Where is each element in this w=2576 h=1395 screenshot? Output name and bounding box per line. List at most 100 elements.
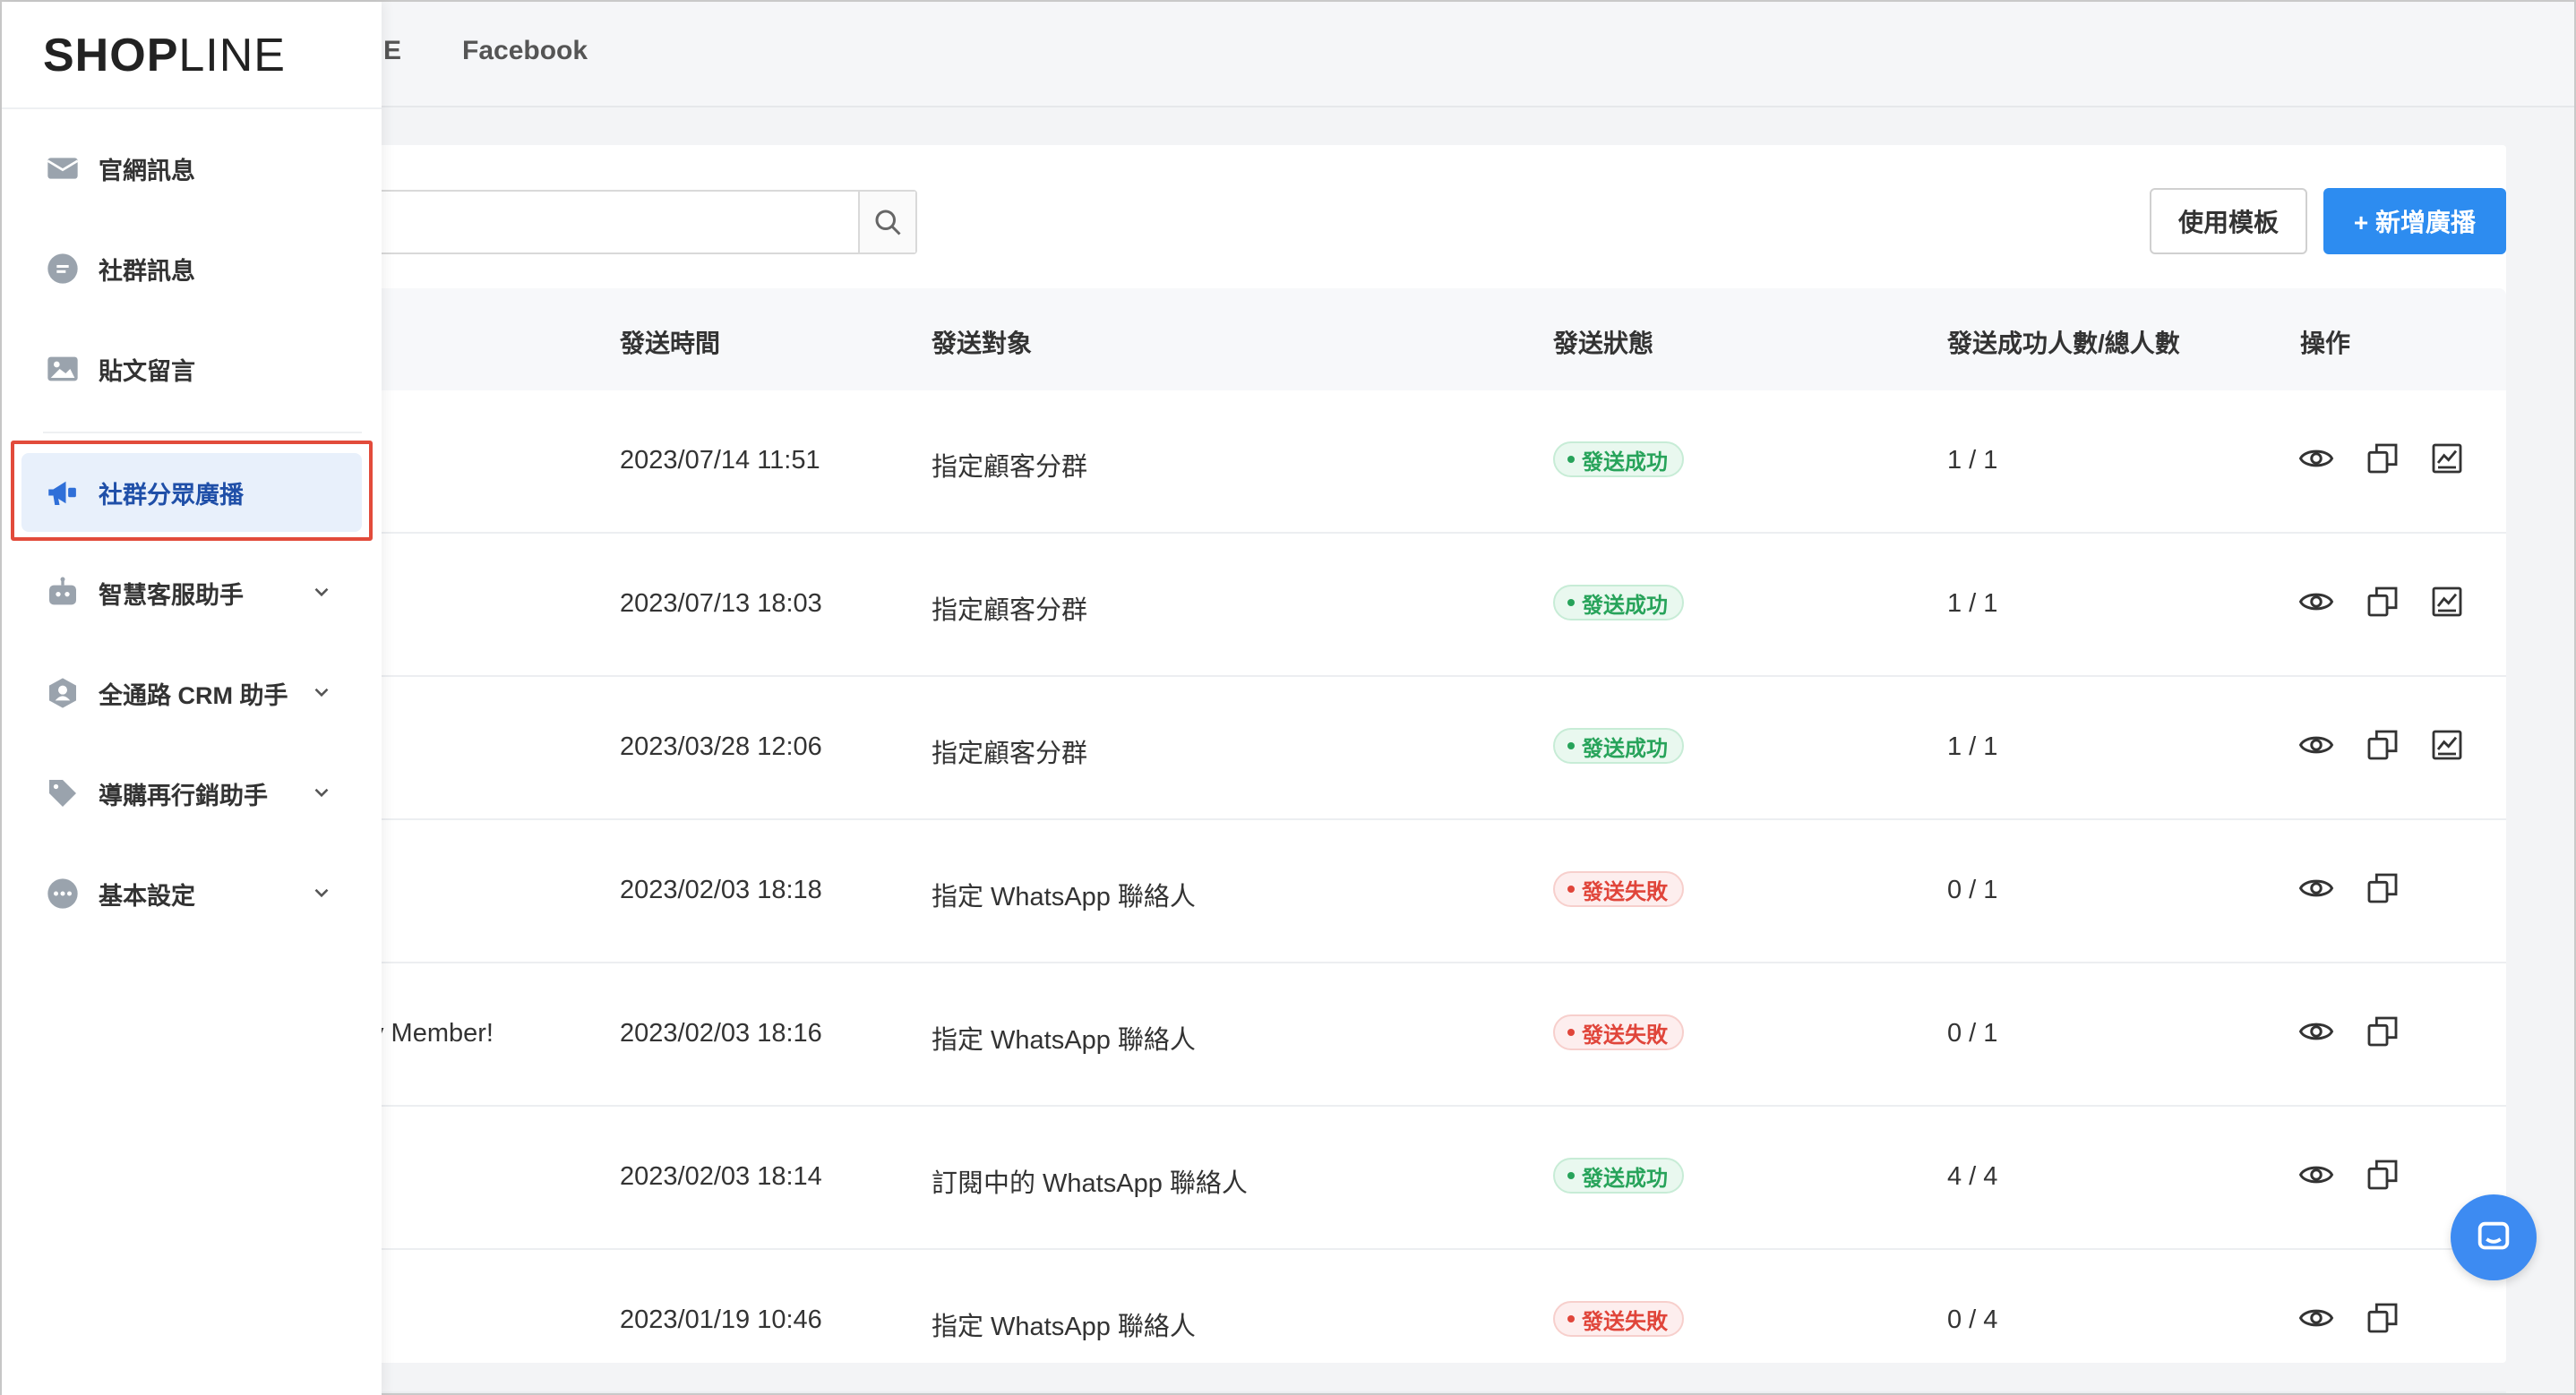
broadcast-list-card: 使用模板 + 新增廣播 發送時間 發送對象 發送狀態 發送成功人數/總人數 操作… <box>315 145 2506 1393</box>
chevron-down-icon[interactable] <box>310 781 333 810</box>
status-badge: 發送失敗 <box>1553 870 1684 907</box>
send-time: 2023/07/13 18:03 <box>620 589 822 618</box>
sidebar-item-4[interactable]: 社群分眾廣播 <box>21 453 362 532</box>
send-target: 指定 WhatsApp 聯絡人 <box>932 1026 1196 1055</box>
shopline-logo[interactable]: SH O P LINE <box>43 29 286 82</box>
sidebar-item-label: 基本設定 <box>99 882 195 910</box>
sidebar-item-2[interactable]: 社群訊息 <box>21 229 362 308</box>
megaphone-icon <box>43 473 82 512</box>
status-badge: 發送成功 <box>1553 584 1684 620</box>
more-icon <box>43 874 82 913</box>
sidebar-item-label: 全通路 CRM 助手 <box>99 681 288 709</box>
copy-icon[interactable] <box>2363 1012 2402 1051</box>
eye-icon[interactable] <box>2297 869 2336 908</box>
status-badge: 發送成功 <box>1553 1157 1684 1194</box>
status-text: 發送失敗 <box>1582 1309 1668 1334</box>
status-badge: 發送失敗 <box>1553 1300 1684 1337</box>
live-chat-button[interactable] <box>2451 1194 2537 1280</box>
send-target: 訂閱中的 WhatsApp 聯絡人 <box>932 1169 1248 1198</box>
sidebar: SH O P LINE 官網訊息社群訊息貼文留言社群分眾廣播 智慧客服助手全通路 … <box>2 2 382 1395</box>
broadcast-table: 發送時間 發送對象 發送狀態 發送成功人數/總人數 操作 2023/07/14 … <box>315 288 2506 1393</box>
chevron-down-icon[interactable] <box>310 580 333 610</box>
add-broadcast-button[interactable]: + 新增廣播 <box>2323 188 2506 254</box>
copy-icon[interactable] <box>2363 1155 2402 1194</box>
table-row: 2023/07/13 18:03 指定顧客分群 發送成功 1 / 1 <box>315 534 2506 677</box>
table-row: 2023/02/03 18:14 訂閱中的 WhatsApp 聯絡人 發送成功 4 /… <box>315 1107 2506 1250</box>
eye-icon[interactable] <box>2297 582 2336 621</box>
image-icon <box>43 349 82 389</box>
send-time: 2023/02/03 18:14 <box>620 1162 822 1191</box>
sidebar-item-7[interactable]: 導購再行銷助手 <box>21 754 362 833</box>
chevron-down-icon[interactable] <box>310 680 333 710</box>
send-time: 2023/01/19 10:46 <box>620 1305 822 1334</box>
success-count: 1 / 1 <box>1947 732 1998 761</box>
eye-icon[interactable] <box>2297 1012 2336 1051</box>
logo-o: O <box>109 30 147 81</box>
eye-icon[interactable] <box>2297 725 2336 765</box>
table-row: 2023/01/19 10:46 指定 WhatsApp 聯絡人 發送失敗 0 / 4 <box>315 1250 2506 1393</box>
success-count: 0 / 4 <box>1947 1305 1998 1334</box>
sidebar-item-label: 社群分眾廣播 <box>99 481 244 509</box>
chat-bubble-icon <box>2477 1221 2510 1250</box>
logo-text-p: P <box>146 30 179 81</box>
eye-icon[interactable] <box>2297 1155 2336 1194</box>
table-row: 2023/03/28 12:06 指定顧客分群 發送成功 1 / 1 <box>315 677 2506 820</box>
success-count: 0 / 1 <box>1947 876 1998 904</box>
status-badge: 發送失敗 <box>1553 1014 1684 1050</box>
eye-icon[interactable] <box>2297 1298 2336 1338</box>
tab-partial[interactable]: E <box>383 36 401 66</box>
logo-text-sh: SH <box>43 30 110 81</box>
logo-divider <box>2 107 382 109</box>
table-row: v Member! 2023/02/03 18:16 指定 WhatsApp 聯絡人… <box>315 963 2506 1107</box>
sidebar-item-6[interactable]: 全通路 CRM 助手 <box>21 654 362 732</box>
chat-icon <box>43 249 82 288</box>
sidebar-item-label: 官網訊息 <box>99 157 195 184</box>
send-time: 2023/07/14 11:51 <box>620 446 820 475</box>
chart-icon[interactable] <box>2427 725 2467 765</box>
sidebar-item-1[interactable]: 官網訊息 <box>21 129 362 208</box>
send-time: 2023/02/03 18:16 <box>620 1019 822 1048</box>
tab-facebook[interactable]: Facebook <box>462 36 588 66</box>
copy-icon[interactable] <box>2363 869 2402 908</box>
chevron-down-icon[interactable] <box>310 881 333 911</box>
copy-icon[interactable] <box>2363 582 2402 621</box>
eye-icon[interactable] <box>2297 439 2336 478</box>
table-row: 2023/07/14 11:51 指定顧客分群 發送成功 1 / 1 <box>315 390 2506 534</box>
success-count: 1 / 1 <box>1947 446 1998 475</box>
send-target: 指定 WhatsApp 聯絡人 <box>932 883 1196 911</box>
use-template-button[interactable]: 使用模板 <box>2150 188 2307 254</box>
table-header: 發送時間 發送對象 發送狀態 發送成功人數/總人數 操作 <box>315 288 2506 390</box>
sidebar-item-8[interactable]: 基本設定 <box>21 854 362 933</box>
header-actions: 操作 <box>2300 329 2351 357</box>
logo-text-line: LINE <box>178 30 286 81</box>
sidebar-item-3[interactable]: 貼文留言 <box>21 329 362 408</box>
sidebar-item-5[interactable]: 智慧客服助手 <box>21 553 362 632</box>
search-input[interactable] <box>315 190 917 254</box>
search-button[interactable] <box>858 192 915 252</box>
top-tab-bar: E Facebook <box>2 2 2574 107</box>
chart-icon[interactable] <box>2427 582 2467 621</box>
header-success-total: 發送成功人數/總人數 <box>1947 329 2180 357</box>
success-count: 1 / 1 <box>1947 589 1998 618</box>
status-text: 發送成功 <box>1582 1166 1668 1191</box>
send-target: 指定顧客分群 <box>932 740 1088 768</box>
broadcast-name: v Member! <box>371 1019 494 1048</box>
chart-icon[interactable] <box>2427 439 2467 478</box>
status-text: 發送失敗 <box>1582 879 1668 904</box>
crm-icon <box>43 673 82 713</box>
copy-icon[interactable] <box>2363 725 2402 765</box>
header-send-target: 發送對象 <box>932 329 1033 357</box>
status-text: 發送成功 <box>1582 593 1668 618</box>
send-time: 2023/03/28 12:06 <box>620 732 822 761</box>
copy-icon[interactable] <box>2363 1298 2402 1338</box>
sidebar-item-label: 社群訊息 <box>99 257 195 285</box>
header-send-time: 發送時間 <box>620 329 721 357</box>
mail-icon <box>43 149 82 188</box>
success-count: 4 / 4 <box>1947 1162 1998 1191</box>
copy-icon[interactable] <box>2363 439 2402 478</box>
send-time: 2023/02/03 18:18 <box>620 876 822 904</box>
sidebar-item-label: 智慧客服助手 <box>99 581 244 609</box>
status-badge: 發送成功 <box>1553 441 1684 477</box>
status-text: 發送失敗 <box>1582 1023 1668 1048</box>
success-count: 0 / 1 <box>1947 1019 1998 1048</box>
